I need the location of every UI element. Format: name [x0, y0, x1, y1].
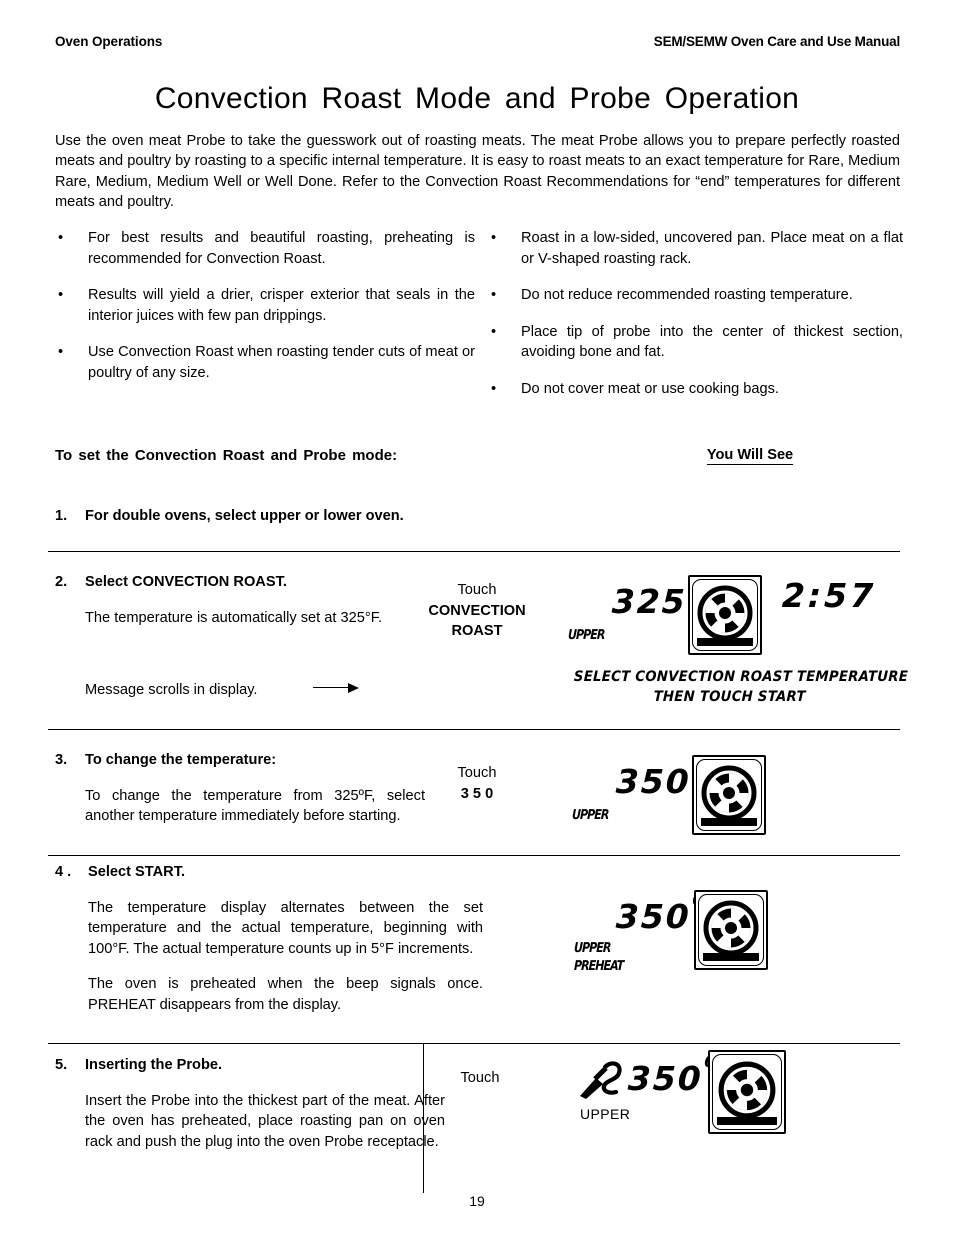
- display-temperature: 3500: [615, 755, 704, 801]
- step-note: Message scrolls in display.: [85, 682, 258, 698]
- running-head: Oven Operations SEM/SEMW Oven Care and U…: [55, 34, 900, 49]
- list-item-text: For best results and beautiful roasting,…: [88, 230, 475, 267]
- you-will-see-label: You Will See: [706, 447, 794, 465]
- step-3-display: 3500 UPPER: [560, 755, 900, 835]
- step-body: The temperature display alternates betwe…: [88, 899, 483, 957]
- divider: [48, 729, 900, 730]
- step-5-touch-instruction: Touch: [425, 1068, 535, 1089]
- bullet-icon: •: [491, 323, 497, 340]
- display-temperature: 3500: [615, 890, 704, 936]
- list-item: • Roast in a low-sided, uncovered pan. P…: [488, 228, 903, 269]
- list-item: • Do not cover meat or use cooking bags.: [488, 379, 903, 400]
- arrow-right-icon: [313, 681, 359, 695]
- bullet-icon: •: [491, 230, 497, 246]
- step-number: 2.: [55, 574, 68, 590]
- step-body-2: The oven is preheated when the beep sign…: [88, 976, 483, 1013]
- display-temperature: 3500: [627, 1052, 716, 1098]
- scroll-line-1: SELECT CONVECTION ROAST TEMPERATURE: [573, 669, 909, 685]
- step-2-touch-instruction: Touch CONVECTION ROAST: [418, 580, 536, 642]
- step-title: Inserting the Probe.: [85, 1057, 223, 1073]
- list-item-text: Place tip of probe into the center of th…: [521, 323, 903, 361]
- manual-page: Oven Operations SEM/SEMW Oven Care and U…: [0, 0, 954, 1235]
- step-number: 4 .: [55, 864, 72, 880]
- step-body: To change the temperature from 325ºF, se…: [85, 787, 425, 825]
- step-title: Select CONVECTION ROAST.: [85, 574, 287, 590]
- display-annunciator-upper: UPPER: [567, 627, 605, 643]
- touch-keys: 3 5 0: [460, 785, 494, 802]
- list-item: • Place tip of probe into the center of …: [488, 322, 903, 363]
- page-title: Convection Roast Mode and Probe Operatio…: [154, 82, 800, 116]
- you-will-see-heading: You Will See: [600, 447, 900, 465]
- step-2: 2. Select CONVECTION ROAST. The temperat…: [55, 572, 425, 628]
- bullet-icon: •: [58, 230, 64, 246]
- bullet-list-right: • Roast in a low-sided, uncovered pan. P…: [488, 228, 903, 399]
- convection-fan-icon: [708, 1050, 786, 1134]
- touch-keys: CONVECTION ROAST: [428, 602, 526, 640]
- bullet-icon: •: [58, 344, 64, 360]
- touch-label: Touch: [457, 582, 497, 598]
- step-4-display: 3500 UPPER PREHEAT: [560, 890, 900, 974]
- step-title: For double ovens, select upper or lower …: [85, 508, 404, 524]
- display-annunciator-upper: UPPER: [580, 1106, 631, 1122]
- step-body: The temperature is automatically set at …: [85, 609, 383, 626]
- step-number: 1.: [55, 508, 68, 524]
- list-item-text: Results will yield a drier, crisper exte…: [88, 287, 475, 324]
- step-5: 5. Inserting the Probe. Insert the Probe…: [55, 1055, 445, 1152]
- bullet-icon: •: [491, 287, 497, 303]
- display-annunciator-upper: UPPER: [573, 940, 611, 956]
- list-item: • Use Convection Roast when roasting ten…: [55, 342, 475, 383]
- step-number: 3.: [55, 752, 68, 768]
- convection-fan-icon: [688, 575, 762, 655]
- step-body: Insert the Probe into the thickest part …: [85, 1092, 445, 1150]
- list-item-text: Use Convection Roast when roasting tende…: [88, 344, 475, 381]
- list-item-text: Do not reduce recommended roasting tempe…: [521, 287, 853, 303]
- divider: [48, 855, 900, 856]
- list-item: • For best results and beautiful roastin…: [55, 228, 475, 269]
- page-number: 19: [469, 1193, 485, 1209]
- step-number: 5.: [55, 1057, 68, 1073]
- list-item-text: Roast in a low-sided, uncovered pan. Pla…: [521, 230, 903, 267]
- display-annunciator-upper: UPPER: [571, 807, 609, 823]
- step-1: 1. For double ovens, select upper or low…: [55, 506, 415, 527]
- convection-fan-icon: [694, 890, 768, 970]
- touch-label: Touch: [460, 1070, 500, 1086]
- meat-probe-icon: [576, 1056, 628, 1105]
- step-3: 3. To change the temperature: To change …: [55, 750, 425, 827]
- step-title: To change the temperature:: [85, 752, 277, 768]
- step-4: 4 . Select START. The temperature displa…: [55, 862, 483, 1015]
- list-item-text: Do not cover meat or use cooking bags.: [521, 380, 779, 397]
- scroll-line-2: THEN TOUCH START: [653, 689, 806, 705]
- bullet-icon: •: [58, 287, 64, 303]
- bullet-list-left: • For best results and beautiful roastin…: [55, 228, 475, 383]
- list-item: • Results will yield a drier, crisper ex…: [55, 285, 475, 326]
- step-2-display: 3250 2:57 UPPER SELECT CONVECTION: [560, 575, 909, 707]
- list-item: • Do not reduce recommended roasting tem…: [488, 285, 903, 306]
- intro-paragraph: Use the oven meat Probe to take the gues…: [55, 132, 900, 211]
- step-5-display: 3500 UPPER: [560, 1050, 900, 1134]
- step-title: Select START.: [88, 864, 186, 880]
- touch-label: Touch: [457, 765, 497, 781]
- procedure-heading: To set the Convection Roast and Probe mo…: [55, 447, 398, 464]
- display-scroll-message: SELECT CONVECTION ROAST TEMPERATURE THEN…: [573, 667, 909, 707]
- bullet-icon: •: [491, 380, 497, 397]
- running-head-left: Oven Operations: [55, 34, 163, 49]
- divider: [48, 551, 900, 552]
- step-3-touch-instruction: Touch 3 5 0: [418, 763, 536, 804]
- display-clock: 2:57: [781, 576, 877, 615]
- display-annunciator-preheat: PREHEAT: [573, 958, 624, 974]
- display-temperature: 3250: [611, 575, 700, 621]
- running-head-right: SEM/SEMW Oven Care and Use Manual: [653, 34, 900, 49]
- convection-fan-icon: [692, 755, 766, 835]
- step-2-scroll-note: Message scrolls in display.: [85, 680, 315, 701]
- divider: [48, 1043, 900, 1044]
